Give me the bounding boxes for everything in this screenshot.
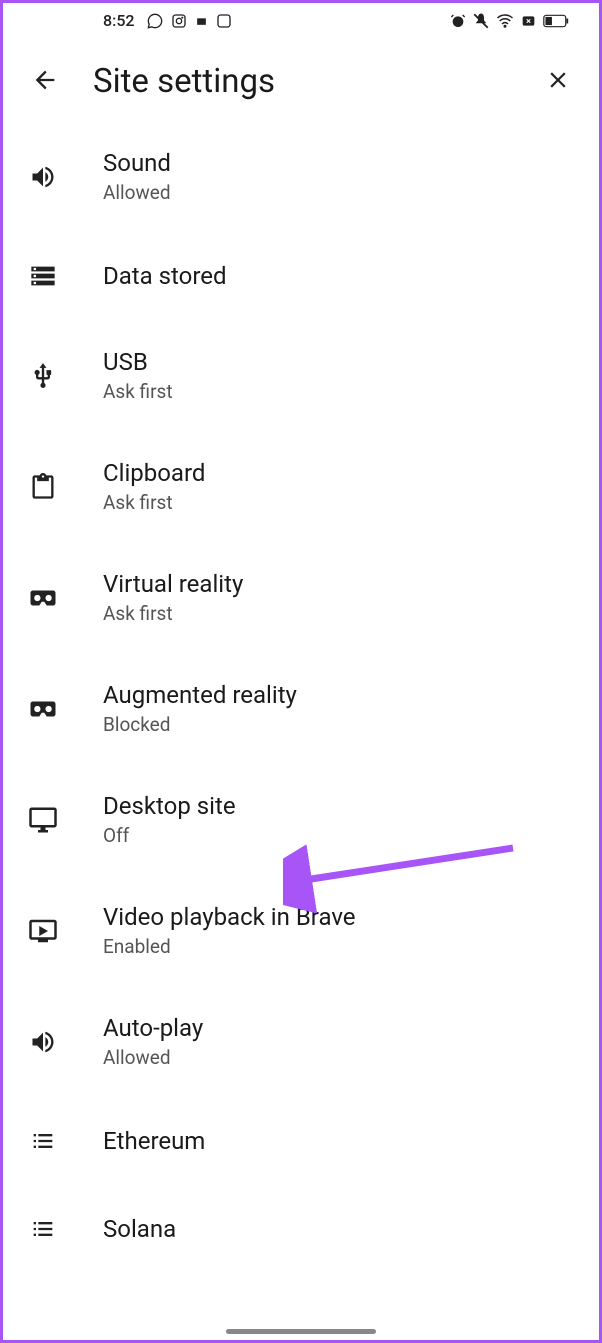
app-icon <box>216 13 232 29</box>
shop-icon <box>195 14 208 27</box>
list-icon <box>27 1213 59 1245</box>
battery-icon <box>543 14 569 28</box>
video-icon <box>27 915 59 947</box>
settings-title: Sound <box>103 149 171 177</box>
settings-subtitle: Ask first <box>103 491 205 514</box>
settings-text: Ethereum <box>103 1127 205 1155</box>
settings-item-desktop-site[interactable]: Desktop site Off <box>3 764 599 875</box>
status-bar: 8:52 <box>3 3 599 38</box>
settings-title: Data stored <box>103 262 227 290</box>
settings-item-video-playback[interactable]: Video playback in Brave Enabled <box>3 875 599 986</box>
desktop-icon <box>27 804 59 836</box>
alarm-icon <box>450 13 466 29</box>
settings-title: Solana <box>103 1215 176 1243</box>
settings-text: Auto-play Allowed <box>103 1014 203 1069</box>
settings-title: Video playback in Brave <box>103 903 356 931</box>
settings-item-ar[interactable]: Augmented reality Blocked <box>3 653 599 764</box>
settings-list: Sound Allowed Data stored USB Ask first … <box>3 121 599 1273</box>
settings-subtitle: Enabled <box>103 935 356 958</box>
settings-item-sound[interactable]: Sound Allowed <box>3 121 599 232</box>
instagram-icon <box>171 13 187 29</box>
settings-subtitle: Off <box>103 824 236 847</box>
clipboard-icon <box>27 471 59 503</box>
settings-text: Data stored <box>103 262 227 290</box>
status-right <box>450 12 569 30</box>
close-icon[interactable] <box>545 67 571 97</box>
header: Site settings <box>3 38 599 121</box>
storage-icon <box>27 260 59 292</box>
settings-subtitle: Allowed <box>103 1046 203 1069</box>
settings-subtitle: Allowed <box>103 181 171 204</box>
settings-item-usb[interactable]: USB Ask first <box>3 320 599 431</box>
settings-subtitle: Blocked <box>103 713 297 736</box>
wifi-icon <box>496 12 514 30</box>
settings-title: Desktop site <box>103 792 236 820</box>
nav-bar[interactable] <box>226 1329 376 1334</box>
page-title: Site settings <box>93 62 511 101</box>
settings-title: USB <box>103 348 173 376</box>
settings-title: Clipboard <box>103 459 205 487</box>
status-time: 8:52 <box>103 11 135 30</box>
settings-text: Desktop site Off <box>103 792 236 847</box>
settings-item-data-stored[interactable]: Data stored <box>3 232 599 320</box>
settings-title: Virtual reality <box>103 570 243 598</box>
usb-icon <box>27 360 59 392</box>
status-left: 8:52 <box>103 11 232 30</box>
silent-icon <box>472 12 490 30</box>
settings-text: Augmented reality Blocked <box>103 681 297 736</box>
settings-text: USB Ask first <box>103 348 173 403</box>
settings-item-clipboard[interactable]: Clipboard Ask first <box>3 431 599 542</box>
back-icon[interactable] <box>31 66 59 98</box>
whatsapp-icon <box>147 13 163 29</box>
close-status-icon <box>520 14 537 28</box>
vr-icon <box>27 582 59 614</box>
ar-icon <box>27 693 59 725</box>
settings-title: Auto-play <box>103 1014 203 1042</box>
settings-item-vr[interactable]: Virtual reality Ask first <box>3 542 599 653</box>
settings-text: Sound Allowed <box>103 149 171 204</box>
settings-subtitle: Ask first <box>103 380 173 403</box>
settings-text: Virtual reality Ask first <box>103 570 243 625</box>
settings-subtitle: Ask first <box>103 602 243 625</box>
settings-item-ethereum[interactable]: Ethereum <box>3 1097 599 1185</box>
autoplay-icon <box>27 1026 59 1058</box>
sound-icon <box>27 161 59 193</box>
settings-title: Ethereum <box>103 1127 205 1155</box>
settings-item-autoplay[interactable]: Auto-play Allowed <box>3 986 599 1097</box>
settings-text: Clipboard Ask first <box>103 459 205 514</box>
list-icon <box>27 1125 59 1157</box>
settings-item-solana[interactable]: Solana <box>3 1185 599 1273</box>
settings-text: Solana <box>103 1215 176 1243</box>
settings-text: Video playback in Brave Enabled <box>103 903 356 958</box>
settings-title: Augmented reality <box>103 681 297 709</box>
